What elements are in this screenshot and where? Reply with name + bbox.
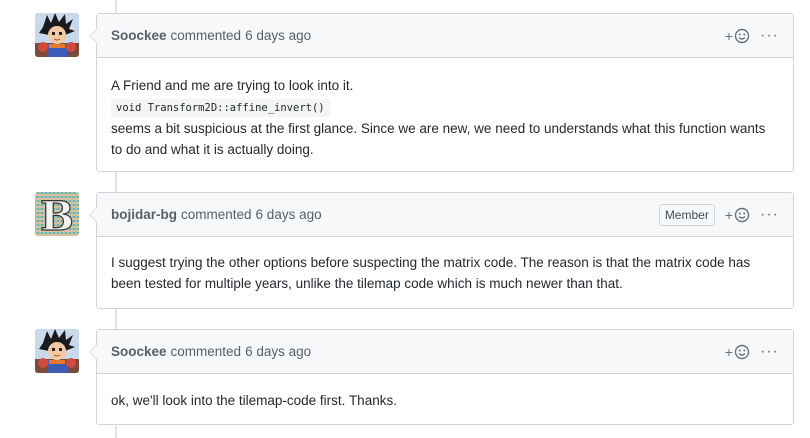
comment-paragraph: ok, we'll look into the tilemap-code fir…: [111, 393, 397, 408]
avatar-soockee[interactable]: [35, 329, 79, 373]
comment-action: commented: [181, 207, 252, 222]
plus-label: +: [724, 207, 734, 223]
comment-paragraph: I suggest trying the other options befor…: [111, 255, 751, 291]
comment-author[interactable]: Soockee: [111, 28, 167, 43]
comment-actions: + ···: [725, 330, 779, 374]
comment-card: Soockee commented 6 days ago + ··· A Fri…: [89, 13, 794, 172]
add-reaction-button[interactable]: +: [725, 344, 750, 360]
comment-header: Soockee commented 6 days ago + ···: [97, 14, 793, 58]
more-options-button[interactable]: ···: [760, 28, 779, 44]
comment-header: Soockee commented 6 days ago + ···: [97, 330, 793, 374]
comment-actions: + ···: [725, 14, 779, 58]
goku-avatar-icon: [35, 13, 79, 57]
comment-card: bojidar-bg commented 6 days ago Member +…: [89, 192, 794, 309]
more-options-button[interactable]: ···: [760, 344, 779, 360]
letter-b-avatar-icon: B: [35, 192, 79, 236]
comment-action: commented: [170, 344, 242, 359]
smiley-icon: [734, 28, 750, 44]
comment-card: Soockee commented 6 days ago + ··· ok, w…: [89, 329, 794, 425]
comment-paragraph: seems a bit suspicious at the first glan…: [111, 121, 766, 157]
goku-avatar-icon: [35, 329, 79, 373]
comment-timestamp[interactable]: 6 days ago: [256, 207, 322, 222]
comment-author[interactable]: Soockee: [111, 344, 167, 359]
comment-body: I suggest trying the other options befor…: [97, 237, 793, 306]
avatar-bojidar-bg[interactable]: B: [35, 192, 79, 236]
comment-timestamp[interactable]: 6 days ago: [245, 344, 311, 359]
more-options-button[interactable]: ···: [760, 207, 779, 223]
add-reaction-button[interactable]: +: [725, 207, 750, 223]
comment-timestamp[interactable]: 6 days ago: [245, 28, 311, 43]
comment-body: ok, we'll look into the tilemap-code fir…: [97, 374, 793, 423]
comment-author[interactable]: bojidar-bg: [111, 207, 177, 222]
add-reaction-button[interactable]: +: [725, 28, 750, 44]
comment-action: commented: [170, 28, 242, 43]
smiley-icon: [734, 207, 750, 223]
comment-header: bojidar-bg commented 6 days ago Member +…: [97, 193, 793, 237]
plus-label: +: [724, 28, 734, 44]
smiley-icon: [734, 344, 750, 360]
member-badge: Member: [658, 204, 715, 226]
plus-label: +: [724, 344, 734, 360]
code-snippet: void Transform2D::affine_invert(): [111, 99, 330, 117]
svg-text:B: B: [40, 193, 74, 236]
avatar-soockee[interactable]: [35, 13, 79, 57]
comment-paragraph: A Friend and me are trying to look into …: [111, 78, 354, 93]
comment-body: A Friend and me are trying to look into …: [97, 58, 793, 172]
comment-actions: Member + ···: [658, 193, 779, 237]
